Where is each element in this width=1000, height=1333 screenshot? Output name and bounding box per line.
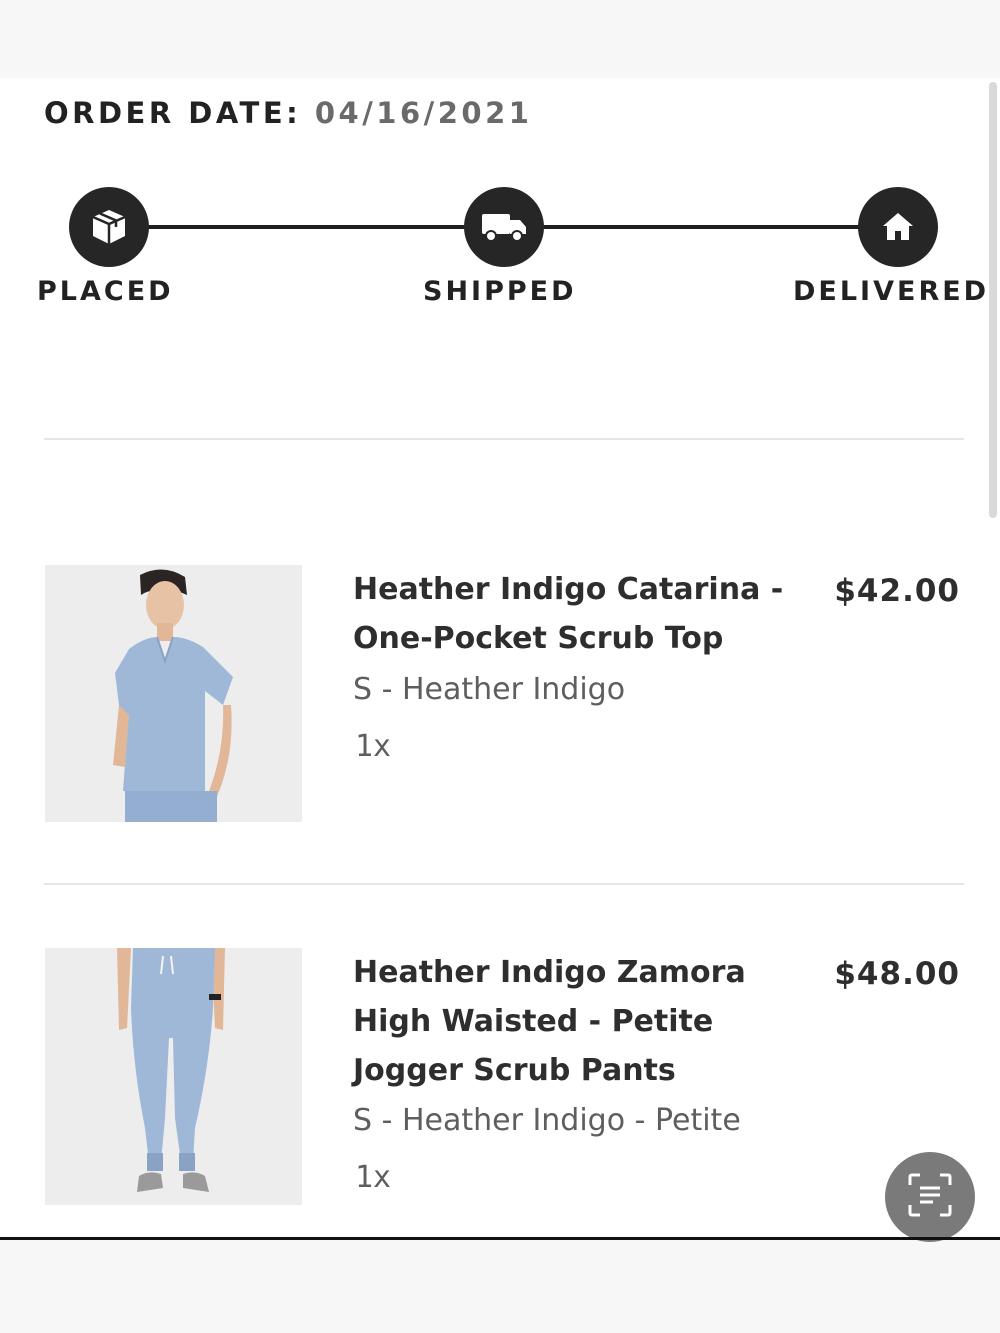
scan-text-icon (905, 1170, 955, 1224)
scrollbar[interactable] (989, 82, 997, 518)
scrub-top-photo[interactable] (45, 565, 302, 822)
home-icon (858, 187, 938, 267)
item-price: $42.00 (834, 573, 960, 609)
truck-icon (464, 187, 544, 267)
item-price: $48.00 (834, 956, 960, 992)
order-date: ORDER DATE: 04/16/2021 (44, 96, 532, 130)
step-label-delivered: DELIVERED (793, 276, 990, 307)
bottom-divider (0, 1237, 1000, 1240)
step-label-placed: PLACED (37, 276, 174, 307)
scrub-pants-photo[interactable] (45, 948, 302, 1205)
step-label-shipped: SHIPPED (423, 276, 577, 307)
item-name[interactable]: Heather Indigo Zamora High Waisted - Pet… (353, 948, 813, 1095)
divider (44, 883, 964, 885)
divider (44, 438, 964, 440)
item-quantity: 1x (355, 1160, 392, 1195)
order-date-label: ORDER DATE: (44, 96, 302, 130)
package-icon (69, 187, 149, 267)
item-variant: S - Heather Indigo - Petite (353, 1103, 741, 1138)
order-date-value: 04/16/2021 (314, 96, 533, 130)
item-quantity: 1x (355, 729, 392, 764)
item-variant: S - Heather Indigo (353, 672, 626, 707)
scan-text-button[interactable] (885, 1152, 975, 1242)
item-name[interactable]: Heather Indigo Catarina - One-Pocket Scr… (353, 565, 813, 663)
